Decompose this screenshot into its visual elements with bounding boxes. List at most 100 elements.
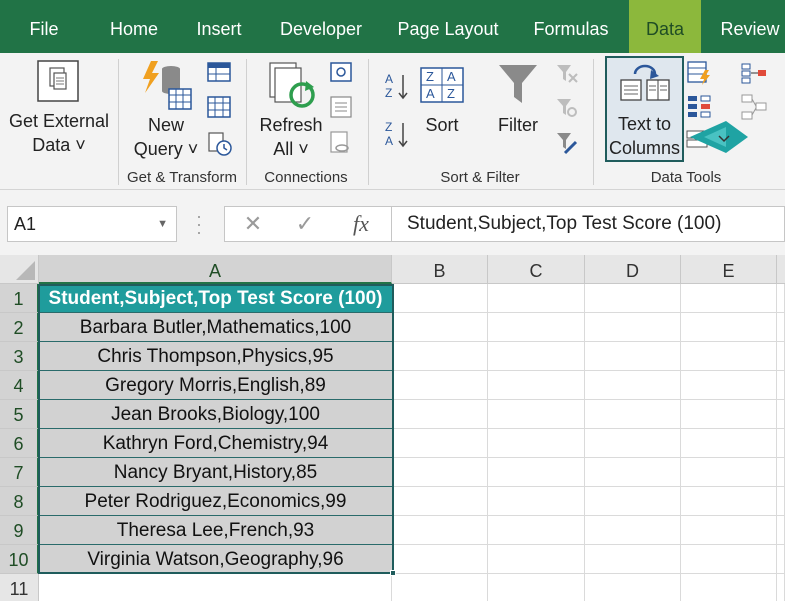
show-queries-icon[interactable] [207, 62, 231, 82]
table-row[interactable]: Chris Thompson,Physics,95 [39, 342, 392, 371]
name-box-dropdown-icon[interactable]: ▼ [157, 207, 168, 241]
cell-d7[interactable] [585, 458, 681, 487]
cell-f10[interactable] [777, 545, 785, 574]
table-row[interactable]: Gregory Morris,English,89 [39, 371, 392, 400]
cell-c3[interactable] [488, 342, 585, 371]
cell-d2[interactable] [585, 313, 681, 342]
cell-c1[interactable] [488, 284, 585, 313]
cell-c6[interactable] [488, 429, 585, 458]
cell-d11[interactable] [585, 574, 681, 601]
row-header-9[interactable]: 9 [0, 516, 39, 545]
cell-e11[interactable] [681, 574, 777, 601]
properties-icon[interactable] [330, 96, 352, 118]
tab-developer[interactable]: Developer [272, 0, 370, 53]
cell-e2[interactable] [681, 313, 777, 342]
cell-b7[interactable] [392, 458, 488, 487]
cell-e1[interactable] [681, 284, 777, 313]
formula-input[interactable]: Student,Subject,Top Test Score (100) [392, 206, 785, 242]
cell-f1[interactable] [777, 284, 785, 313]
flash-fill-icon[interactable] [686, 60, 712, 86]
from-table-icon[interactable] [207, 96, 231, 118]
table-row[interactable]: Virginia Watson,Geography,96 [39, 545, 392, 574]
column-header-b[interactable]: B [392, 255, 488, 284]
cell-d6[interactable] [585, 429, 681, 458]
cell-b4[interactable] [392, 371, 488, 400]
insert-function-icon[interactable]: fx [341, 207, 381, 241]
enter-icon[interactable]: ✓ [285, 207, 325, 241]
cell-e3[interactable] [681, 342, 777, 371]
sort-z-to-a-icon[interactable]: Z A [384, 119, 410, 149]
table-row[interactable]: Kathryn Ford,Chemistry,94 [39, 429, 392, 458]
remove-duplicates-icon[interactable] [686, 93, 712, 119]
cell-b1[interactable] [392, 284, 488, 313]
cell-c4[interactable] [488, 371, 585, 400]
cell-d9[interactable] [585, 516, 681, 545]
column-header-d[interactable]: D [585, 255, 681, 284]
row-header-10[interactable]: 10 [0, 545, 39, 574]
cell-b2[interactable] [392, 313, 488, 342]
cell-c8[interactable] [488, 487, 585, 516]
cell-f5[interactable] [777, 400, 785, 429]
cell-f9[interactable] [777, 516, 785, 545]
cell-c9[interactable] [488, 516, 585, 545]
connections-icon[interactable] [330, 62, 352, 82]
table-row[interactable]: Jean Brooks,Biology,100 [39, 400, 392, 429]
cell-b8[interactable] [392, 487, 488, 516]
tab-page-layout[interactable]: Page Layout [390, 0, 506, 53]
clear-filter-icon[interactable] [556, 63, 578, 85]
recent-sources-icon[interactable] [207, 131, 233, 157]
tab-formulas[interactable]: Formulas [526, 0, 616, 53]
cell-b3[interactable] [392, 342, 488, 371]
edit-links-icon[interactable] [330, 131, 352, 155]
cell-b11[interactable] [392, 574, 488, 601]
table-row[interactable]: Theresa Lee,French,93 [39, 516, 392, 545]
cell-e9[interactable] [681, 516, 777, 545]
cell-e7[interactable] [681, 458, 777, 487]
column-header-a[interactable]: A [39, 255, 392, 284]
row-header-4[interactable]: 4 [0, 371, 39, 400]
cell-f4[interactable] [777, 371, 785, 400]
cell-e10[interactable] [681, 545, 777, 574]
row-header-2[interactable]: 2 [0, 313, 39, 342]
cell-b5[interactable] [392, 400, 488, 429]
cell-a11[interactable] [39, 574, 392, 601]
cell-f2[interactable] [777, 313, 785, 342]
name-box[interactable]: A1 ▼ [7, 206, 177, 242]
column-header-c[interactable]: C [488, 255, 585, 284]
row-header-11[interactable]: 11 [0, 574, 39, 601]
column-header-e[interactable]: E [681, 255, 777, 284]
cell-c5[interactable] [488, 400, 585, 429]
cell-e5[interactable] [681, 400, 777, 429]
cell-d8[interactable] [585, 487, 681, 516]
reapply-icon[interactable] [556, 97, 578, 119]
cell-c7[interactable] [488, 458, 585, 487]
tab-file[interactable]: File [14, 0, 74, 53]
table-row[interactable]: Nancy Bryant,History,85 [39, 458, 392, 487]
formula-bar-grip-icon[interactable]: · · · [196, 207, 202, 241]
row-header-1[interactable]: 1 [0, 284, 39, 313]
cell-d4[interactable] [585, 371, 681, 400]
row-header-6[interactable]: 6 [0, 429, 39, 458]
cell-f8[interactable] [777, 487, 785, 516]
cell-e8[interactable] [681, 487, 777, 516]
tab-review[interactable]: Review [716, 0, 784, 53]
advanced-filter-icon[interactable] [556, 131, 578, 155]
relationships-icon[interactable] [740, 93, 768, 121]
header-cell-a1[interactable]: Student,Subject,Top Test Score (100) [39, 284, 392, 313]
cell-b10[interactable] [392, 545, 488, 574]
cell-c10[interactable] [488, 545, 585, 574]
cell-b9[interactable] [392, 516, 488, 545]
select-all-button[interactable] [0, 255, 39, 284]
tab-home[interactable]: Home [98, 0, 170, 53]
column-header-f-partial[interactable] [777, 255, 785, 284]
row-header-8[interactable]: 8 [0, 487, 39, 516]
cell-c11[interactable] [488, 574, 585, 601]
tab-data[interactable]: Data [629, 0, 701, 53]
table-row[interactable]: Barbara Butler,Mathematics,100 [39, 313, 392, 342]
cell-d5[interactable] [585, 400, 681, 429]
table-row[interactable]: Peter Rodriguez,Economics,99 [39, 487, 392, 516]
cell-e4[interactable] [681, 371, 777, 400]
fill-handle[interactable] [390, 570, 396, 576]
cell-d3[interactable] [585, 342, 681, 371]
consolidate-icon[interactable] [740, 62, 768, 84]
